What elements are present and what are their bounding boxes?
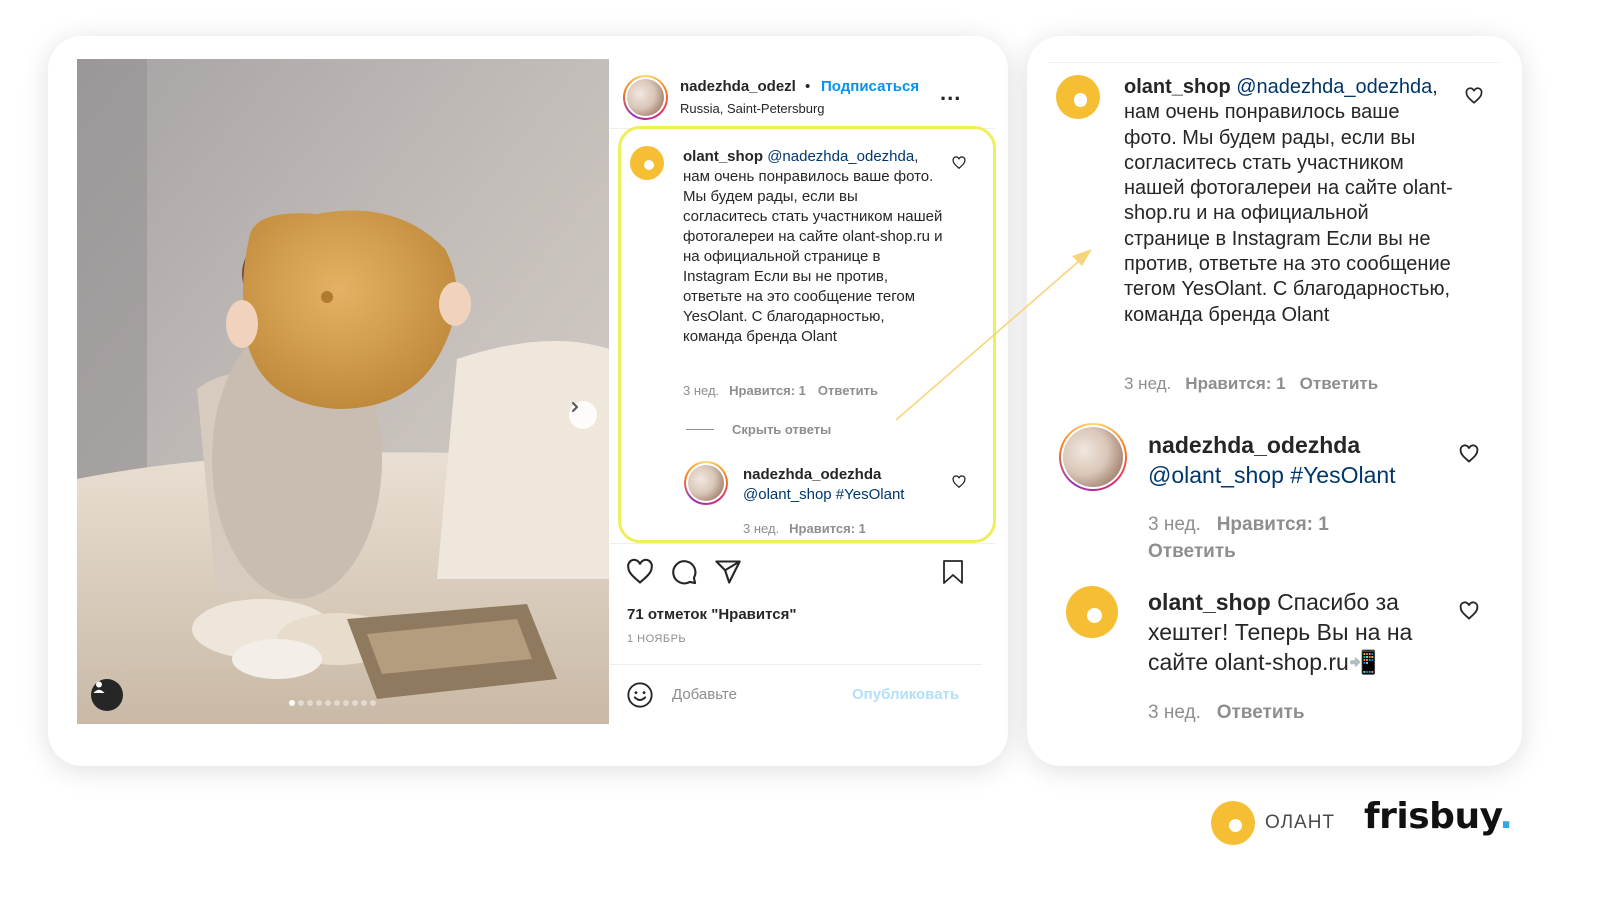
bookmark-icon[interactable] bbox=[941, 559, 965, 585]
add-comment-input[interactable]: Добавьте bbox=[672, 686, 737, 703]
reply-time: 3 нед. bbox=[1148, 514, 1201, 535]
reply-text[interactable]: @olant_shop #YesOlant bbox=[1148, 462, 1396, 488]
zoomed-reply2-body: olant_shop Спасибо за хештег! Теперь Вы … bbox=[1148, 587, 1438, 677]
comment-meta: 3 нед. Нравится: 1 Ответить bbox=[683, 383, 878, 398]
carousel-dot bbox=[343, 700, 349, 706]
zoomed-reply-body: nadezhda_odezhda @olant_shop #YesOlant bbox=[1148, 430, 1448, 490]
chevron-right-icon bbox=[572, 402, 578, 412]
carousel-dot bbox=[316, 700, 322, 706]
olant-logo-text: ОЛАНТ bbox=[1265, 812, 1336, 833]
reply-text[interactable]: @olant_shop #YesOlant bbox=[743, 486, 904, 503]
carousel-dot bbox=[352, 700, 358, 706]
user-icon bbox=[93, 681, 105, 693]
comment-reply-button[interactable]: Ответить bbox=[1300, 374, 1379, 393]
comment-mention[interactable]: @nadezhda_odezhda bbox=[767, 148, 914, 165]
comment-likes[interactable]: Нравится: 1 bbox=[1185, 374, 1285, 393]
carousel-dot bbox=[361, 700, 367, 706]
frisbuy-logo-text: frisbuy bbox=[1364, 796, 1500, 837]
post-date: 1 НОЯБРЬ bbox=[627, 633, 687, 645]
zoomed-comment-body: olant_shop @nadezhda_odezhda, нам очень … bbox=[1124, 75, 1454, 328]
instagram-post-card: nadezhda_odezl • Подписаться Russia, Sai… bbox=[48, 36, 1008, 766]
author-username[interactable]: nadezhda_odezl bbox=[680, 78, 796, 95]
separator-dot: • bbox=[805, 78, 811, 95]
emoji-icon[interactable] bbox=[626, 681, 654, 709]
reply2-reply-button[interactable]: Ответить bbox=[1217, 702, 1305, 723]
zoomed-comments-card: olant_shop @nadezhda_odezhda, нам очень … bbox=[1027, 36, 1522, 766]
frisbuy-logo: frisbuy. bbox=[1364, 796, 1513, 837]
olant-avatar[interactable] bbox=[1056, 75, 1100, 119]
carousel-indicator bbox=[289, 700, 376, 706]
carousel-dot bbox=[334, 700, 340, 706]
post-photo[interactable] bbox=[77, 59, 609, 724]
reply-time: 3 нед. bbox=[743, 521, 780, 536]
comment-username[interactable]: olant_shop bbox=[683, 148, 763, 165]
more-options-button[interactable]: ... bbox=[940, 80, 961, 106]
like-comment-icon[interactable] bbox=[952, 156, 966, 170]
carousel-dot bbox=[370, 700, 376, 706]
reply-meta: 3 нед. Нравится: 1 bbox=[743, 521, 866, 536]
reply-likes[interactable]: Нравится: 1 bbox=[1217, 514, 1329, 535]
reply-avatar[interactable] bbox=[1059, 423, 1127, 491]
comment-username[interactable]: olant_shop bbox=[1124, 76, 1231, 98]
like-reply2-icon[interactable] bbox=[1459, 601, 1479, 621]
olant-logo: ОЛАНТ bbox=[1211, 801, 1335, 845]
zoomed-reply2-meta: 3 нед. Ответить bbox=[1148, 699, 1305, 726]
like-reply-icon[interactable] bbox=[952, 475, 966, 489]
hide-replies-label: Скрыть ответы bbox=[732, 422, 832, 437]
reply-username[interactable]: nadezhda_odezhda bbox=[743, 466, 881, 483]
comment-reply-button[interactable]: Ответить bbox=[818, 383, 878, 398]
comment-text: , нам очень понравилось ваше фото. Мы бу… bbox=[1124, 76, 1453, 326]
like-comment-icon[interactable] bbox=[1465, 87, 1483, 105]
reply2-username[interactable]: olant_shop bbox=[1148, 589, 1271, 615]
divider bbox=[1049, 62, 1499, 63]
divider bbox=[610, 664, 982, 665]
action-bar bbox=[626, 558, 742, 586]
post-location[interactable]: Russia, Saint-Petersburg bbox=[680, 101, 825, 116]
comment-time: 3 нед. bbox=[683, 383, 720, 398]
carousel-dot bbox=[307, 700, 313, 706]
hide-replies-button[interactable]: Скрыть ответы bbox=[686, 422, 831, 437]
author-avatar[interactable] bbox=[623, 75, 668, 120]
reply-body: nadezhda_odezhda @olant_shop #YesOlant bbox=[743, 465, 933, 505]
frisbuy-logo-dot: . bbox=[1499, 796, 1513, 837]
carousel-dot bbox=[289, 700, 295, 706]
olant-avatar[interactable] bbox=[1066, 586, 1118, 638]
zoomed-comment-meta: 3 нед. Нравится: 1 Ответить bbox=[1124, 374, 1378, 394]
heart-icon[interactable] bbox=[626, 558, 654, 586]
next-photo-button[interactable] bbox=[569, 401, 597, 429]
carousel-dot bbox=[325, 700, 331, 706]
zoomed-reply-meta: 3 нед. Нравится: 1 Ответить bbox=[1148, 511, 1408, 565]
olant-logo-mark bbox=[1211, 801, 1255, 845]
photo-illustration bbox=[77, 59, 609, 724]
olant-avatar[interactable] bbox=[630, 146, 664, 180]
divider bbox=[610, 543, 996, 544]
comment-icon[interactable] bbox=[670, 558, 698, 586]
reply-username[interactable]: nadezhda_odezhda bbox=[1148, 432, 1360, 458]
comment-body: olant_shop @nadezhda_odezhda, нам очень … bbox=[683, 147, 943, 347]
tagged-users-button[interactable] bbox=[91, 679, 123, 711]
follow-button[interactable]: Подписаться bbox=[821, 78, 919, 95]
reply-likes[interactable]: Нравится: 1 bbox=[789, 521, 866, 536]
comment-likes[interactable]: Нравится: 1 bbox=[729, 383, 806, 398]
comment-text: , нам очень понравилось ваше фото. Мы бу… bbox=[683, 148, 943, 345]
publish-button[interactable]: Опубликовать bbox=[852, 686, 959, 703]
share-icon[interactable] bbox=[714, 558, 742, 586]
reply2-time: 3 нед. bbox=[1148, 702, 1201, 723]
carousel-dot bbox=[298, 700, 304, 706]
reply-avatar[interactable] bbox=[684, 461, 728, 505]
comment-mention[interactable]: @nadezhda_odezhda bbox=[1236, 76, 1432, 98]
like-reply-icon[interactable] bbox=[1459, 444, 1479, 464]
reply-reply-button[interactable]: Ответить bbox=[1148, 541, 1236, 562]
comment-time: 3 нед. bbox=[1124, 374, 1172, 393]
likes-count[interactable]: 71 отметок "Нравится" bbox=[627, 606, 796, 623]
